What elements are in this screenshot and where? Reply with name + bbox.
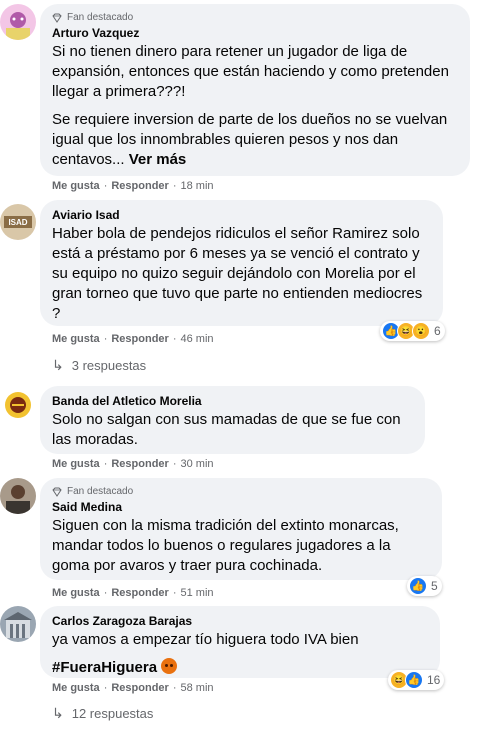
like-reaction-icon: 👍 [409, 577, 427, 595]
separator: · [172, 333, 177, 345]
avatar[interactable] [0, 4, 36, 40]
svg-text:ISAD: ISAD [8, 218, 27, 227]
separator: · [103, 587, 108, 599]
separator: · [172, 682, 177, 694]
separator: · [103, 458, 108, 470]
separator: · [103, 682, 108, 694]
reply-button[interactable]: Responder [111, 682, 168, 694]
badge-label: Fan destacado [67, 12, 134, 23]
comment-paragraph: Haber bola de pendejos ridiculos el seño… [52, 225, 423, 322]
comment-paragraph: Siguen con la misma tradición del extint… [52, 517, 399, 574]
reply-button[interactable]: Responder [111, 587, 168, 599]
comment-paragraph: ya vamos a empezar tío higuera todo IVA … [52, 631, 359, 648]
comment-text: Siguen con la misma tradición del extint… [52, 516, 430, 576]
reaction-summary[interactable]: 👍 😆 😮 6 [380, 321, 445, 341]
angry-emoji-icon [161, 658, 178, 674]
view-replies-link[interactable]: ↳ 3 respuestas [52, 357, 146, 374]
comment-actions: Me gusta · Responder · 18 min [52, 180, 214, 192]
reaction-summary[interactable]: 😆 👍 16 [388, 670, 445, 690]
comment-actions: Me gusta · Responder · 58 min [52, 682, 214, 694]
separator: · [103, 180, 108, 192]
comment-author[interactable]: Arturo Vazquez [52, 26, 458, 40]
like-button[interactable]: Me gusta [52, 682, 100, 694]
reaction-summary[interactable]: 👍 5 [407, 576, 442, 596]
comment-timestamp[interactable]: 30 min [181, 458, 214, 470]
separator: · [172, 180, 177, 192]
comment-text: ya vamos a empezar tío higuera todo IVA … [52, 630, 428, 678]
comment-timestamp[interactable]: 18 min [181, 180, 214, 192]
comment-timestamp[interactable]: 46 min [181, 333, 214, 345]
comment-author[interactable]: Aviario Isad [52, 208, 431, 222]
avatar[interactable] [0, 478, 36, 514]
comment-text: Haber bola de pendejos ridiculos el seño… [52, 224, 431, 324]
comment-bubble: Aviario Isad Haber bola de pendejos ridi… [40, 200, 443, 326]
avatar[interactable] [0, 387, 36, 423]
replies-count: 3 respuestas [71, 358, 147, 373]
like-reaction-icon: 👍 [405, 671, 423, 689]
comment-bubble: Fan destacado Said Medina Siguen con la … [40, 478, 442, 580]
comment-author[interactable]: Banda del Atletico Morelia [52, 394, 413, 408]
comment-author[interactable]: Said Medina [52, 500, 430, 514]
separator: · [172, 458, 177, 470]
comment-actions: Me gusta · Responder · 46 min [52, 333, 214, 345]
comment-paragraph: #FueraHiguera [52, 658, 428, 678]
comment-actions: Me gusta · Responder · 51 min [52, 587, 214, 599]
reply-arrow-icon: ↳ [52, 357, 64, 373]
comment-text: Solo no salgan con sus mamadas de que se… [52, 410, 413, 450]
comment-bubble: Fan destacado Arturo Vazquez Si no tiene… [40, 4, 470, 176]
hashtag-link[interactable]: #FueraHiguera [52, 659, 157, 676]
comment-paragraph: Solo no salgan con sus mamadas de que se… [52, 411, 401, 448]
replies-count: 12 respuestas [71, 706, 154, 721]
reaction-count: 6 [434, 324, 441, 338]
see-more-link[interactable]: Ver más [129, 151, 187, 168]
like-button[interactable]: Me gusta [52, 333, 100, 345]
comment-text: Si no tienen dinero para retener un juga… [52, 42, 458, 170]
diamond-icon [52, 13, 62, 23]
reply-button[interactable]: Responder [111, 180, 168, 192]
comment-paragraph-text: Se requiere inversion de parte de los du… [52, 111, 448, 168]
like-button[interactable]: Me gusta [52, 180, 100, 192]
reply-button[interactable]: Responder [111, 458, 168, 470]
reaction-count: 5 [431, 579, 438, 593]
separator: · [103, 333, 108, 345]
reply-button[interactable]: Responder [111, 333, 168, 345]
like-button[interactable]: Me gusta [52, 587, 100, 599]
top-fan-badge: Fan destacado [52, 486, 430, 497]
top-fan-badge: Fan destacado [52, 12, 458, 23]
reply-arrow-icon: ↳ [52, 705, 64, 721]
badge-label: Fan destacado [67, 486, 134, 497]
comment-paragraph: Se requiere inversion de parte de los du… [52, 110, 458, 170]
comment-actions: Me gusta · Responder · 30 min [52, 458, 214, 470]
separator: · [172, 587, 177, 599]
like-button[interactable]: Me gusta [52, 458, 100, 470]
avatar[interactable]: ISAD [0, 204, 36, 240]
comment-timestamp[interactable]: 51 min [181, 587, 214, 599]
comment-bubble: Banda del Atletico Morelia Solo no salga… [40, 386, 425, 454]
diamond-icon [52, 487, 62, 497]
comment-author[interactable]: Carlos Zaragoza Barajas [52, 614, 428, 628]
wow-reaction-icon: 😮 [412, 322, 430, 340]
avatar[interactable] [0, 606, 36, 642]
view-replies-link[interactable]: ↳ 12 respuestas [52, 705, 153, 722]
comment-bubble: Carlos Zaragoza Barajas ya vamos a empez… [40, 606, 440, 678]
reaction-count: 16 [427, 673, 441, 687]
comment-paragraph: Si no tienen dinero para retener un juga… [52, 43, 449, 100]
comment-timestamp[interactable]: 58 min [181, 682, 214, 694]
